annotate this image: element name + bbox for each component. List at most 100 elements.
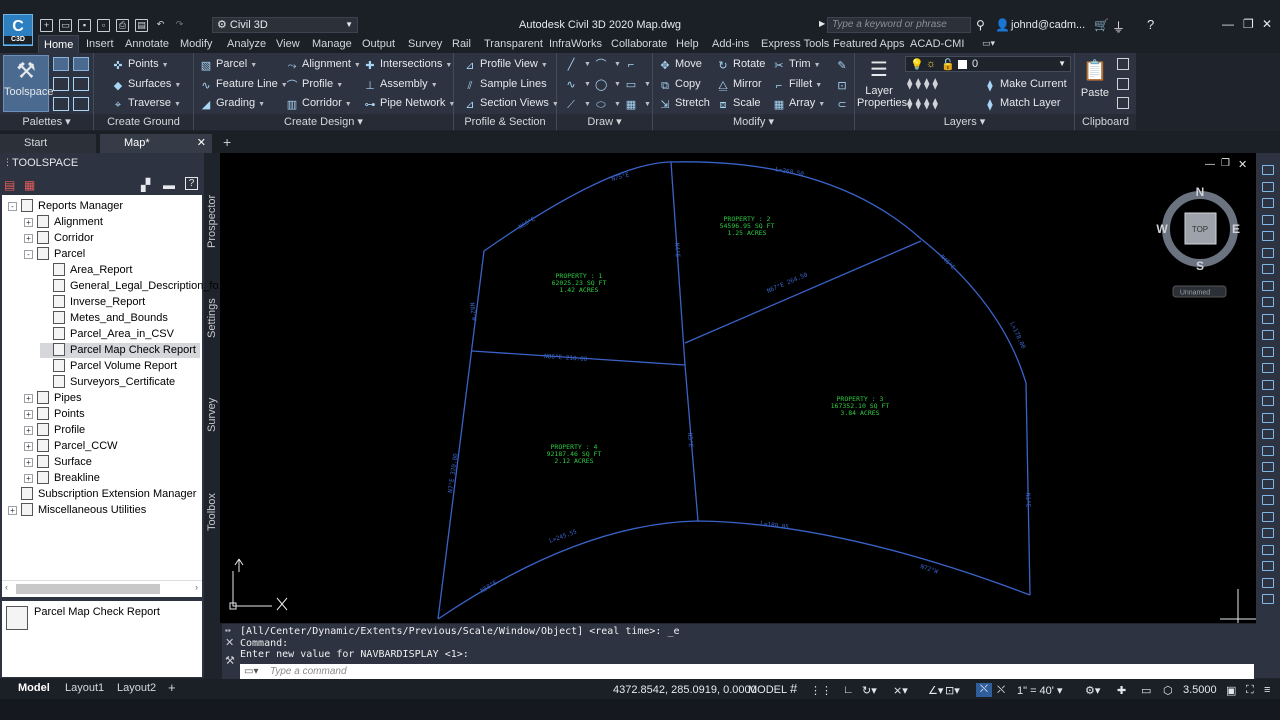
- save-icon[interactable]: ▪: [78, 18, 91, 32]
- polyline-tool[interactable]: ⌒ ▼: [595, 57, 621, 71]
- match-layer-button[interactable]: ⧫ Match Layer: [984, 97, 1060, 111]
- close-icon[interactable]: ✕: [1262, 17, 1272, 31]
- restore-icon[interactable]: ❐: [1243, 17, 1254, 31]
- side-tool-icon[interactable]: [1262, 379, 1274, 390]
- layout-tab-layout1[interactable]: Layout1: [65, 682, 104, 694]
- side-tool-icon[interactable]: [1262, 346, 1274, 357]
- add-layout-icon[interactable]: +: [168, 680, 176, 695]
- tree-item[interactable]: Parcel Map Check Report: [40, 343, 200, 358]
- side-tool-icon[interactable]: [1262, 462, 1274, 472]
- side-tool-icon[interactable]: [1262, 528, 1274, 538]
- toolspace-tool-2-icon[interactable]: ▦: [24, 178, 35, 192]
- binoculars-icon[interactable]: ⚲: [976, 18, 985, 32]
- annotation-visibility-icon[interactable]: ⛌: [976, 683, 992, 697]
- tool-palette-icon[interactable]: [73, 97, 89, 111]
- help-icon[interactable]: ?: [1147, 17, 1154, 32]
- tree-item[interactable]: Area_Report: [40, 263, 136, 278]
- layer-tools-row1[interactable]: ⧫ ⧫ ⧫ ⧫: [907, 77, 938, 90]
- tab-add-ins[interactable]: Add-ins: [712, 38, 749, 50]
- tree-item[interactable]: + Breakline: [24, 471, 104, 486]
- spline-tool[interactable]: ∿ ▼: [565, 77, 591, 91]
- viewport-close-icon[interactable]: ✕: [1238, 158, 1247, 171]
- model-space-toggle[interactable]: MODEL: [748, 684, 787, 696]
- side-tool-icon[interactable]: [1262, 330, 1274, 340]
- panel-title-create-ground-data[interactable]: Create Ground Data ▾: [94, 114, 193, 144]
- tab-output[interactable]: Output: [362, 38, 395, 50]
- feature-line-button[interactable]: ∿ Feature Line ▼: [200, 78, 287, 92]
- tree-item[interactable]: + Parcel_CCW: [24, 439, 122, 454]
- offset-button[interactable]: ⊂: [836, 97, 852, 111]
- object-snap-icon[interactable]: ⨯▾: [893, 684, 908, 697]
- properties-icon[interactable]: [53, 97, 69, 111]
- tree-item[interactable]: + Points: [24, 407, 89, 422]
- compass-n[interactable]: N: [1196, 185, 1205, 199]
- layout-tab-model[interactable]: Model: [18, 682, 50, 694]
- sample-lines-button[interactable]: ⫽ Sample Lines: [464, 78, 547, 92]
- viewport-minimize-icon[interactable]: —: [1205, 159, 1215, 170]
- app-logo[interactable]: C C3D: [3, 14, 33, 46]
- grid-icon[interactable]: #: [790, 681, 797, 696]
- side-tool-icon[interactable]: [1262, 561, 1274, 571]
- grip-icon[interactable]: ⋮: [3, 157, 12, 168]
- panel-title-draw[interactable]: Draw ▾: [557, 114, 652, 130]
- profile-view-button[interactable]: ⊿ Profile View ▼: [464, 58, 547, 72]
- profile-button[interactable]: ⌒ Profile ▼: [286, 78, 344, 92]
- tab-annotate[interactable]: Annotate: [125, 38, 169, 50]
- parcel-button[interactable]: ▧ Parcel ▼: [200, 58, 257, 72]
- side-tool-icon[interactable]: [1262, 214, 1274, 225]
- tab-survey[interactable]: Survey: [408, 38, 442, 50]
- tree-item[interactable]: - Reports Manager: [8, 199, 127, 214]
- side-tool-icon[interactable]: [1262, 297, 1274, 307]
- parcel-line-central[interactable]: [670, 161, 699, 522]
- copy-button[interactable]: ⧉ Copy: [659, 78, 701, 92]
- tree-item[interactable]: + Alignment: [24, 215, 107, 230]
- tab-acad-cmi[interactable]: ACAD-CMI: [910, 38, 964, 50]
- tree-horizontal-scrollbar[interactable]: ‹ ›: [2, 580, 202, 596]
- circle-tool[interactable]: ◯ ▼: [595, 77, 621, 91]
- save-as-icon[interactable]: ▫: [97, 18, 110, 32]
- side-tool-icon[interactable]: [1262, 577, 1274, 588]
- rectangle-tool[interactable]: ▭ ▼: [625, 77, 651, 91]
- layer-dropdown[interactable]: 💡 ☼ 🔓 0 ▼: [905, 56, 1071, 72]
- tab-modify[interactable]: Modify: [180, 38, 212, 50]
- side-tool-icon[interactable]: [1262, 264, 1274, 274]
- toolbox-icon[interactable]: [73, 77, 89, 91]
- cut-icon[interactable]: [1117, 58, 1129, 70]
- toolspace-help-icon[interactable]: ?: [185, 177, 198, 190]
- annotation-scale[interactable]: 1" = 40' ▾: [1017, 684, 1062, 697]
- customize-icon[interactable]: ≡: [1264, 684, 1270, 696]
- move-button[interactable]: ✥ Move: [659, 58, 702, 72]
- trim-button[interactable]: ✂ Trim ▼: [773, 58, 820, 72]
- tree-item[interactable]: General_Legal_Description_fo...: [40, 279, 232, 294]
- scale-button[interactable]: ⧈ Scale: [717, 97, 761, 111]
- side-tool-icon[interactable]: [1262, 412, 1274, 423]
- tree-item[interactable]: + Profile: [24, 423, 89, 438]
- explode-button[interactable]: ⊡: [836, 78, 852, 92]
- array-button[interactable]: ▦ Array ▼: [773, 97, 825, 111]
- tab-map[interactable]: Map* ✕: [100, 134, 212, 153]
- rotate-button[interactable]: ↻ Rotate: [717, 58, 765, 72]
- stretch-button[interactable]: ⇲ Stretch: [659, 97, 709, 111]
- tree-item[interactable]: Inverse_Report: [40, 295, 149, 310]
- tree-item[interactable]: Subscription Extension Manager: [8, 487, 200, 502]
- tab-manage[interactable]: Manage: [312, 38, 352, 50]
- ribbon-options-icon[interactable]: ▭▾: [982, 38, 995, 49]
- user-account[interactable]: johnd@cadm...: [1011, 19, 1085, 31]
- side-tool-icon[interactable]: [1262, 495, 1274, 505]
- toolspace-button[interactable]: ⚒ Toolspace: [3, 55, 54, 112]
- intersections-button[interactable]: ✚ Intersections ▼: [364, 58, 452, 72]
- toolspace-list-icon[interactable]: ▬: [163, 178, 175, 192]
- search-input[interactable]: Type a keyword or phrase: [827, 17, 971, 33]
- coordinates-readout[interactable]: 4372.8542, 285.0919, 0.0000: [613, 684, 757, 696]
- alignment-button[interactable]: ⤳ Alignment ▼: [286, 58, 361, 72]
- tree-item[interactable]: + Miscellaneous Utilities: [8, 503, 150, 518]
- side-tool-icon[interactable]: [1262, 594, 1274, 604]
- auto-scale-icon[interactable]: ⛌: [997, 684, 1005, 697]
- print-icon[interactable]: ▤: [135, 18, 148, 32]
- pipe-network-button[interactable]: ⊶ Pipe Network ▼: [364, 97, 456, 111]
- tab-collaborate[interactable]: Collaborate: [611, 38, 667, 50]
- side-tool-icon[interactable]: [1262, 478, 1274, 489]
- xline-tool[interactable]: ⟋ ▼: [565, 97, 591, 111]
- layer-properties-button[interactable]: ☰ Layer Properties: [857, 55, 907, 111]
- arc-tool[interactable]: ⌐: [625, 57, 641, 71]
